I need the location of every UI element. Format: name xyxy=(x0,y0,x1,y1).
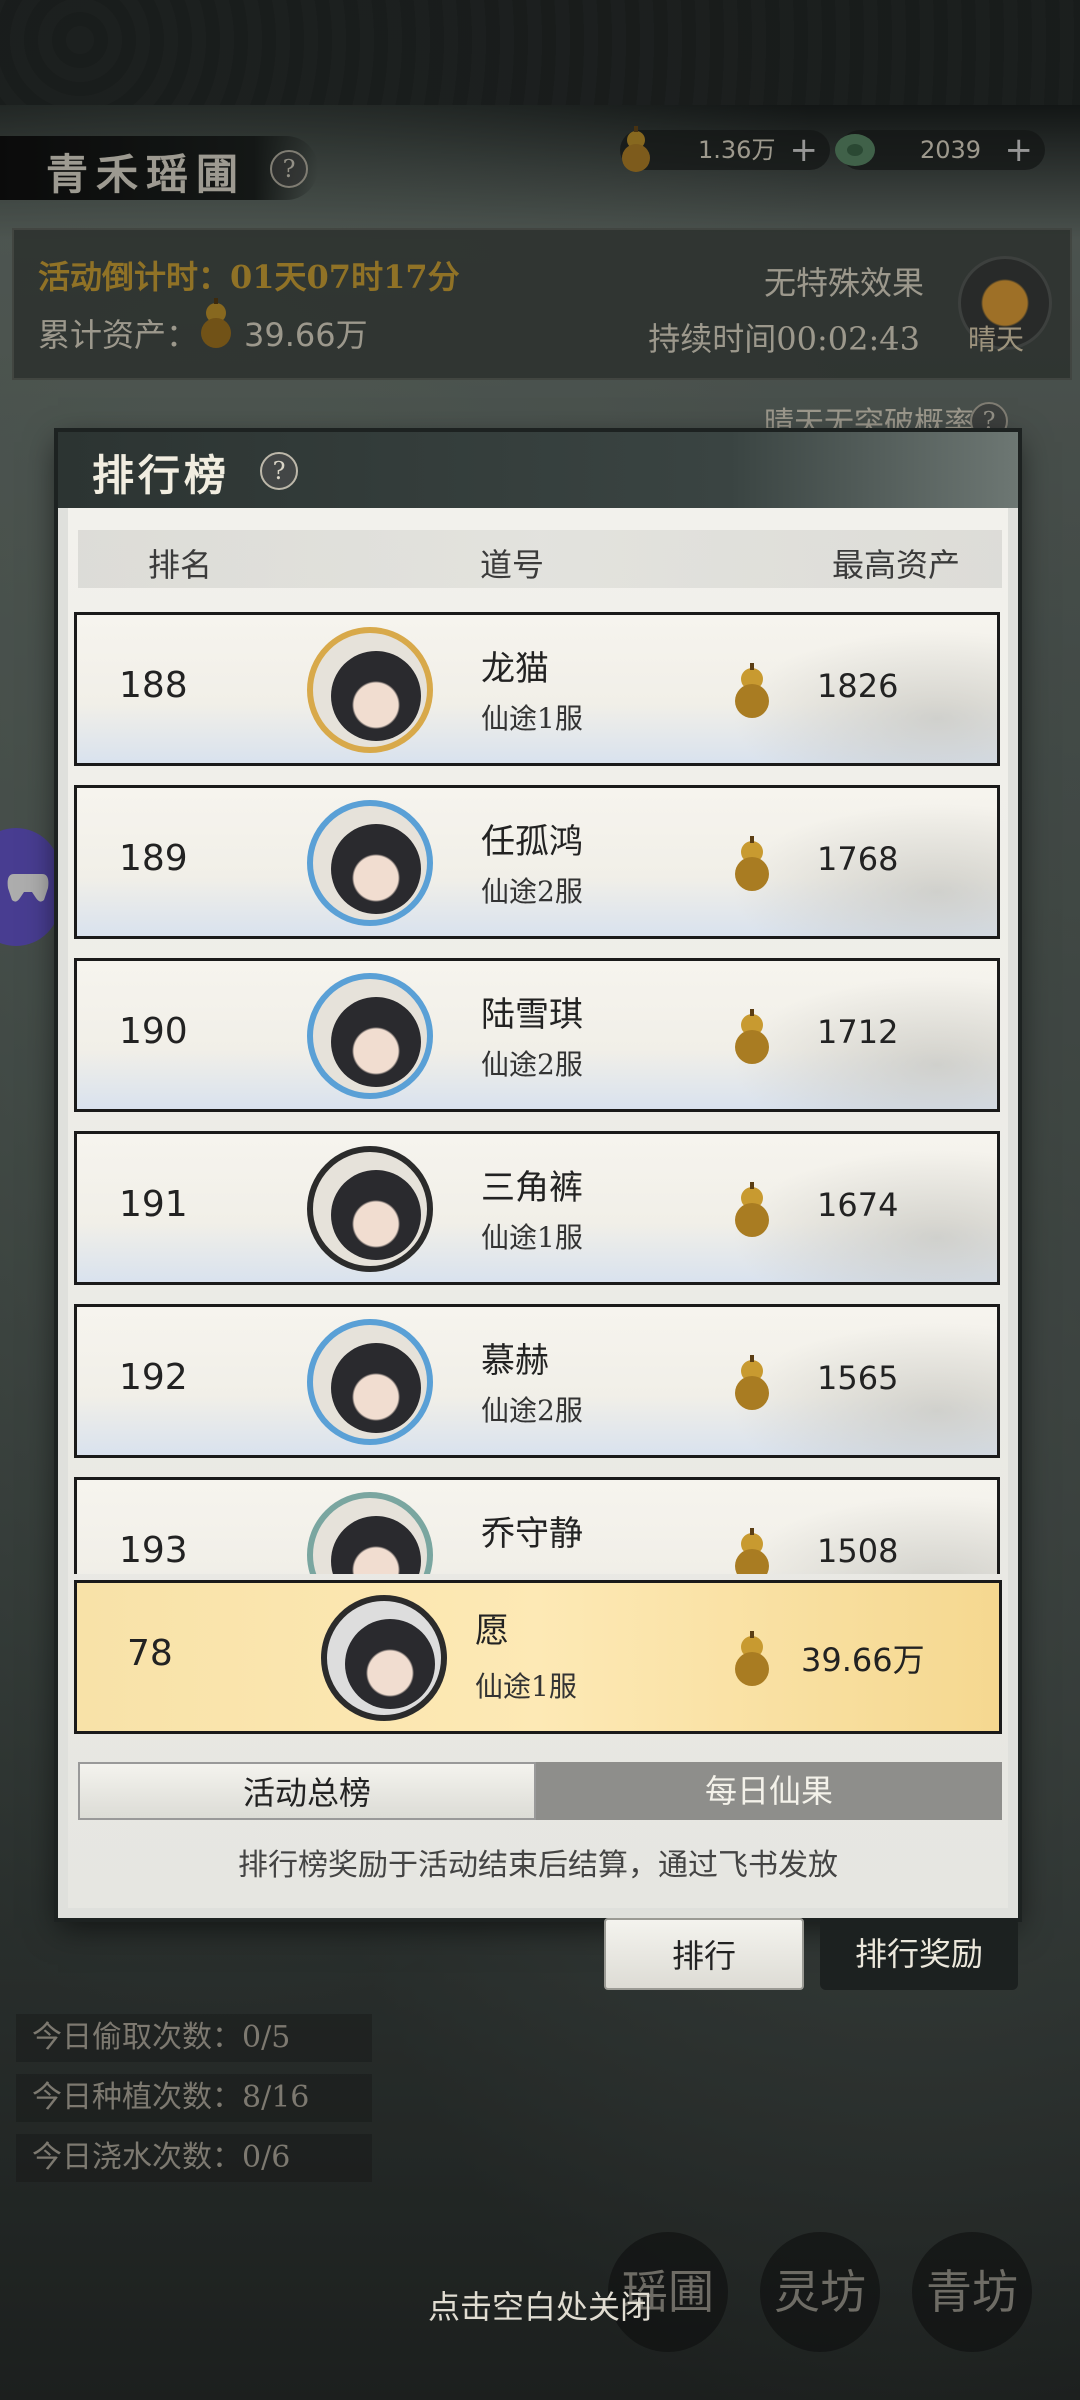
table-row[interactable]: 189 任孤鸿仙途2服 1768 xyxy=(74,785,1000,939)
row-name: 乔守静 xyxy=(481,1514,583,1554)
panel-title: 排行榜 xyxy=(92,451,231,500)
row-name: 任孤鸿 xyxy=(481,822,583,862)
gourd-icon xyxy=(735,1009,769,1064)
row-rank: 189 xyxy=(119,838,188,879)
row-rank: 191 xyxy=(119,1184,188,1225)
close-hint[interactable]: 点击空白处关闭 xyxy=(0,2282,1080,2328)
row-server: 仙途1服 xyxy=(481,702,583,735)
row-value: 1712 xyxy=(817,1013,899,1051)
gourd-icon xyxy=(735,1631,769,1686)
avatar[interactable] xyxy=(307,800,433,926)
rank-button[interactable]: 排行 xyxy=(604,1918,804,1990)
row-name: 龙猫 xyxy=(481,649,549,689)
tab-daily[interactable]: 每日仙果 xyxy=(536,1762,1002,1820)
row-value: 39.66万 xyxy=(801,1641,925,1679)
table-row[interactable]: 193 乔守静 1508 xyxy=(74,1477,1000,1574)
gourd-icon xyxy=(735,1182,769,1237)
row-server: 仙途1服 xyxy=(475,1670,577,1703)
row-value: 1826 xyxy=(817,667,899,705)
col-rank: 排名 xyxy=(148,546,213,584)
table-row[interactable]: 191 三角裤仙途1服 1674 xyxy=(74,1131,1000,1285)
panel-header: 排行榜 ? xyxy=(58,432,1018,508)
col-assets: 最高资产 xyxy=(832,546,961,584)
table-row[interactable]: 190 陆雪琪仙途2服 1712 xyxy=(74,958,1000,1112)
avatar[interactable] xyxy=(321,1595,447,1721)
gourd-icon xyxy=(735,836,769,891)
row-rank: 78 xyxy=(127,1633,173,1674)
help-icon[interactable]: ? xyxy=(260,452,298,490)
avatar[interactable] xyxy=(307,1146,433,1272)
table-row[interactable]: 192 慕赫仙途2服 1565 xyxy=(74,1304,1000,1458)
row-name: 慕赫 xyxy=(481,1341,549,1381)
gourd-icon xyxy=(735,1355,769,1410)
row-value: 1674 xyxy=(817,1186,899,1224)
avatar[interactable] xyxy=(307,627,433,753)
table-row[interactable]: 188 龙猫仙途1服 1826 xyxy=(74,612,1000,766)
my-rank-row: 78 愿 仙途1服 39.66万 xyxy=(74,1580,1002,1734)
row-rank: 188 xyxy=(119,665,188,706)
row-server: 仙途2服 xyxy=(481,1048,583,1081)
row-name: 愿 xyxy=(475,1611,509,1651)
row-server: 仙途2服 xyxy=(481,875,583,908)
avatar[interactable] xyxy=(307,1492,433,1574)
row-rank: 190 xyxy=(119,1011,188,1052)
row-server: 仙途2服 xyxy=(481,1394,583,1427)
leaderboard-panel: 排行榜 ? 排名 道号 最高资产 188 龙猫仙途1服 1826 189 任孤鸿仙途2服… xyxy=(58,432,1018,1918)
row-rank: 192 xyxy=(119,1357,188,1398)
avatar[interactable] xyxy=(307,973,433,1099)
row-value: 1768 xyxy=(817,840,899,878)
row-name: 三角裤 xyxy=(481,1168,583,1208)
row-server: 仙途1服 xyxy=(481,1221,583,1254)
tab-total[interactable]: 活动总榜 xyxy=(78,1762,536,1820)
ranking-list[interactable]: 188 龙猫 仙途1服 1826 189 任孤鸿 仙途2服 1768 190 陆雪琪 仙途2服 171… xyxy=(74,612,1002,1574)
row-value: 1565 xyxy=(817,1359,899,1397)
col-name: 道号 xyxy=(480,546,545,584)
row-rank: 193 xyxy=(119,1530,188,1571)
row-value: 1508 xyxy=(817,1532,899,1570)
gourd-icon xyxy=(735,1528,769,1574)
row-name: 陆雪琪 xyxy=(481,995,583,1035)
gourd-icon xyxy=(735,663,769,718)
reward-note: 排行榜奖励于活动结束后结算，通过飞书发放 xyxy=(238,1848,838,1883)
rank-reward-button[interactable]: 排行奖励 xyxy=(820,1918,1018,1990)
column-header: 排名 道号 最高资产 xyxy=(78,530,1002,588)
avatar[interactable] xyxy=(307,1319,433,1445)
